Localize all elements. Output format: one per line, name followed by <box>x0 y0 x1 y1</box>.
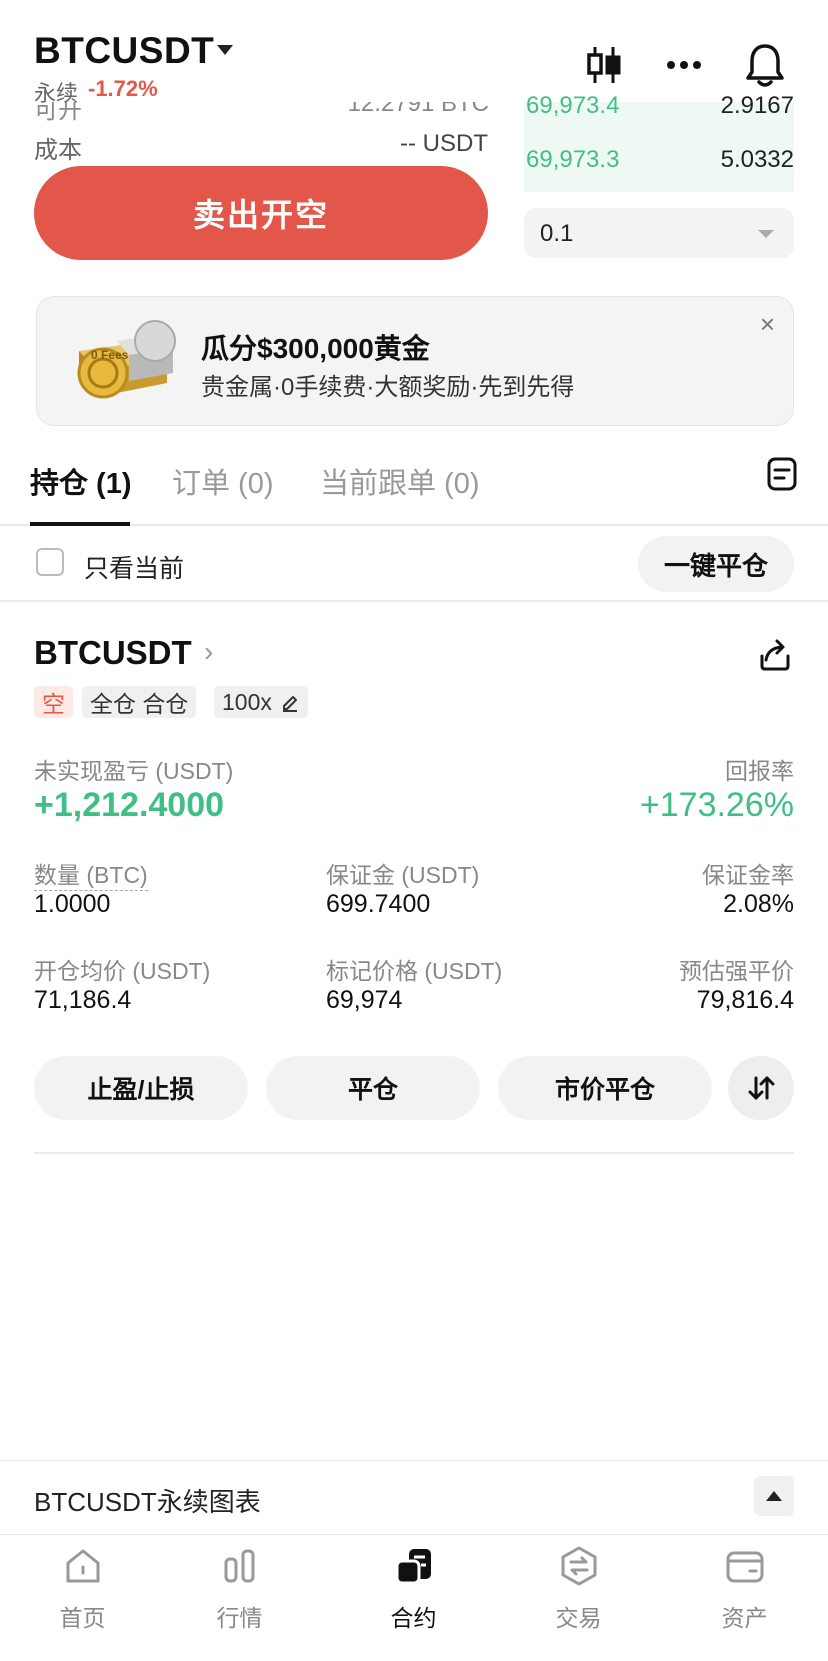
reverse-position-icon[interactable] <box>728 1056 794 1120</box>
cost-label: 成本 <box>34 137 82 164</box>
unrealized-pnl-label: 未实现盈亏 (USDT) <box>34 758 234 784</box>
leverage-tag[interactable]: 100x <box>214 686 308 718</box>
symbol-dropdown-caret-icon[interactable] <box>217 45 233 55</box>
only-current-checkbox[interactable] <box>36 548 64 576</box>
symbol-title[interactable]: BTCUSDT <box>34 30 214 72</box>
only-current-label[interactable]: 只看当前 <box>84 549 184 585</box>
share-icon[interactable] <box>756 636 794 674</box>
nav-item-trade[interactable]: 交易 <box>496 1535 661 1661</box>
margin-mode-tag: 全仓 合仓 <box>82 686 197 718</box>
market-close-button[interactable]: 市价平仓 <box>498 1056 712 1120</box>
edit-icon <box>282 696 297 712</box>
candlestick-chart-icon[interactable] <box>584 44 624 86</box>
liquidation-price-label: 预估强平价 <box>679 958 794 984</box>
margin-value: 699.7400 <box>326 890 431 918</box>
roe-value: +173.26% <box>639 786 794 824</box>
trade-icon <box>561 1546 597 1586</box>
wallet-icon <box>726 1551 764 1583</box>
gold-text: 0 Fees <box>91 348 129 362</box>
depth-precision-value: 0.1 <box>540 220 574 247</box>
chart-bar-label[interactable]: BTCUSDT永续图表 <box>34 1482 261 1519</box>
margin-ratio-label: 保证金率 <box>702 862 794 888</box>
promo-banner[interactable]: 0 Fees 瓜分$300,000黄金 贵金属·0手续费·大额奖励·先到先得 × <box>36 296 794 426</box>
position-symbol[interactable]: BTCUSDT <box>34 634 192 672</box>
home-icon <box>66 1549 100 1583</box>
section-divider <box>0 600 828 602</box>
cost-value: -- USDT <box>400 130 488 157</box>
close-all-button[interactable]: 一键平仓 <box>638 536 794 592</box>
unrealized-pnl-value: +1,212.4000 <box>34 786 225 824</box>
nav-item-assets[interactable]: 资产 <box>662 1535 827 1661</box>
order-book-qty: 5.0332 <box>720 146 794 173</box>
chevron-right-icon[interactable]: › <box>204 636 213 668</box>
depth-precision-select[interactable]: 0.1 <box>524 208 794 258</box>
bottom-nav: 首页 行情 合约 交易 资产 <box>0 1534 828 1661</box>
tab-copy-trades[interactable]: 当前跟单 (0) <box>320 460 480 502</box>
margin-ratio-value: 2.08% <box>723 890 794 918</box>
tp-sl-button[interactable]: 止盈/止损 <box>34 1056 248 1120</box>
chart-bar-divider <box>0 1460 828 1461</box>
nav-item-futures[interactable]: 合约 <box>331 1535 496 1661</box>
futures-icon <box>395 1549 431 1585</box>
order-book-price: 69,973.3 <box>526 146 620 173</box>
order-book-price: 69,973.4 <box>526 92 620 116</box>
expand-chart-icon[interactable] <box>754 1476 794 1516</box>
available-label: 可开 <box>34 102 82 124</box>
nav-label: 资产 <box>721 1605 768 1631</box>
banner-close-icon[interactable]: × <box>760 309 775 340</box>
liquidation-price-value: 79,816.4 <box>696 986 794 1014</box>
gold-bars-icon: 0 Fees <box>77 320 176 399</box>
order-book-asks: 69,973.4 2.9167 69,973.3 5.0332 <box>524 92 794 192</box>
order-book-row[interactable]: 69,973.4 2.9167 <box>524 92 794 116</box>
nav-label: 首页 <box>59 1605 106 1631</box>
active-tab-indicator <box>30 522 130 526</box>
notification-bell-icon[interactable] <box>742 40 788 90</box>
order-history-icon[interactable] <box>764 454 800 494</box>
price-change-percent: -1.72% <box>88 76 158 101</box>
nav-label: 合约 <box>390 1605 437 1631</box>
nav-label: 行情 <box>216 1605 263 1631</box>
quantity-label[interactable]: 数量 (BTC) <box>34 856 148 891</box>
sell-open-short-button[interactable]: 卖出开空 <box>34 166 488 260</box>
tab-positions[interactable]: 持仓 (1) <box>30 460 132 502</box>
mark-price-label: 标记价格 (USDT) <box>326 958 503 984</box>
leverage-value: 100x <box>222 688 272 715</box>
quantity-value: 1.0000 <box>34 890 111 918</box>
mark-price-value: 69,974 <box>326 986 403 1014</box>
more-options-icon[interactable] <box>664 50 704 80</box>
available-value: 12.2791 BTC <box>347 102 489 117</box>
card-divider <box>34 1152 794 1154</box>
close-position-button[interactable]: 平仓 <box>266 1056 480 1120</box>
dropdown-caret-icon <box>758 230 774 238</box>
available-row-partial: 可开 12.2791 BTC <box>34 102 489 124</box>
entry-price-label: 开仓均价 (USDT) <box>34 958 211 984</box>
nav-item-markets[interactable]: 行情 <box>157 1535 322 1661</box>
markets-icon <box>224 1549 255 1583</box>
side-tag: 空 <box>34 686 73 718</box>
banner-title: 瓜分$300,000黄金 <box>201 333 430 364</box>
nav-label: 交易 <box>555 1605 602 1631</box>
tab-orders[interactable]: 订单 (0) <box>172 460 274 502</box>
nav-item-home[interactable]: 首页 <box>0 1535 165 1661</box>
roe-label: 回报率 <box>725 758 794 784</box>
banner-subtitle: 贵金属·0手续费·大额奖励·先到先得 <box>201 374 575 401</box>
entry-price-value: 71,186.4 <box>34 986 132 1014</box>
order-book-qty: 2.9167 <box>720 92 794 116</box>
margin-label: 保证金 (USDT) <box>326 862 480 888</box>
